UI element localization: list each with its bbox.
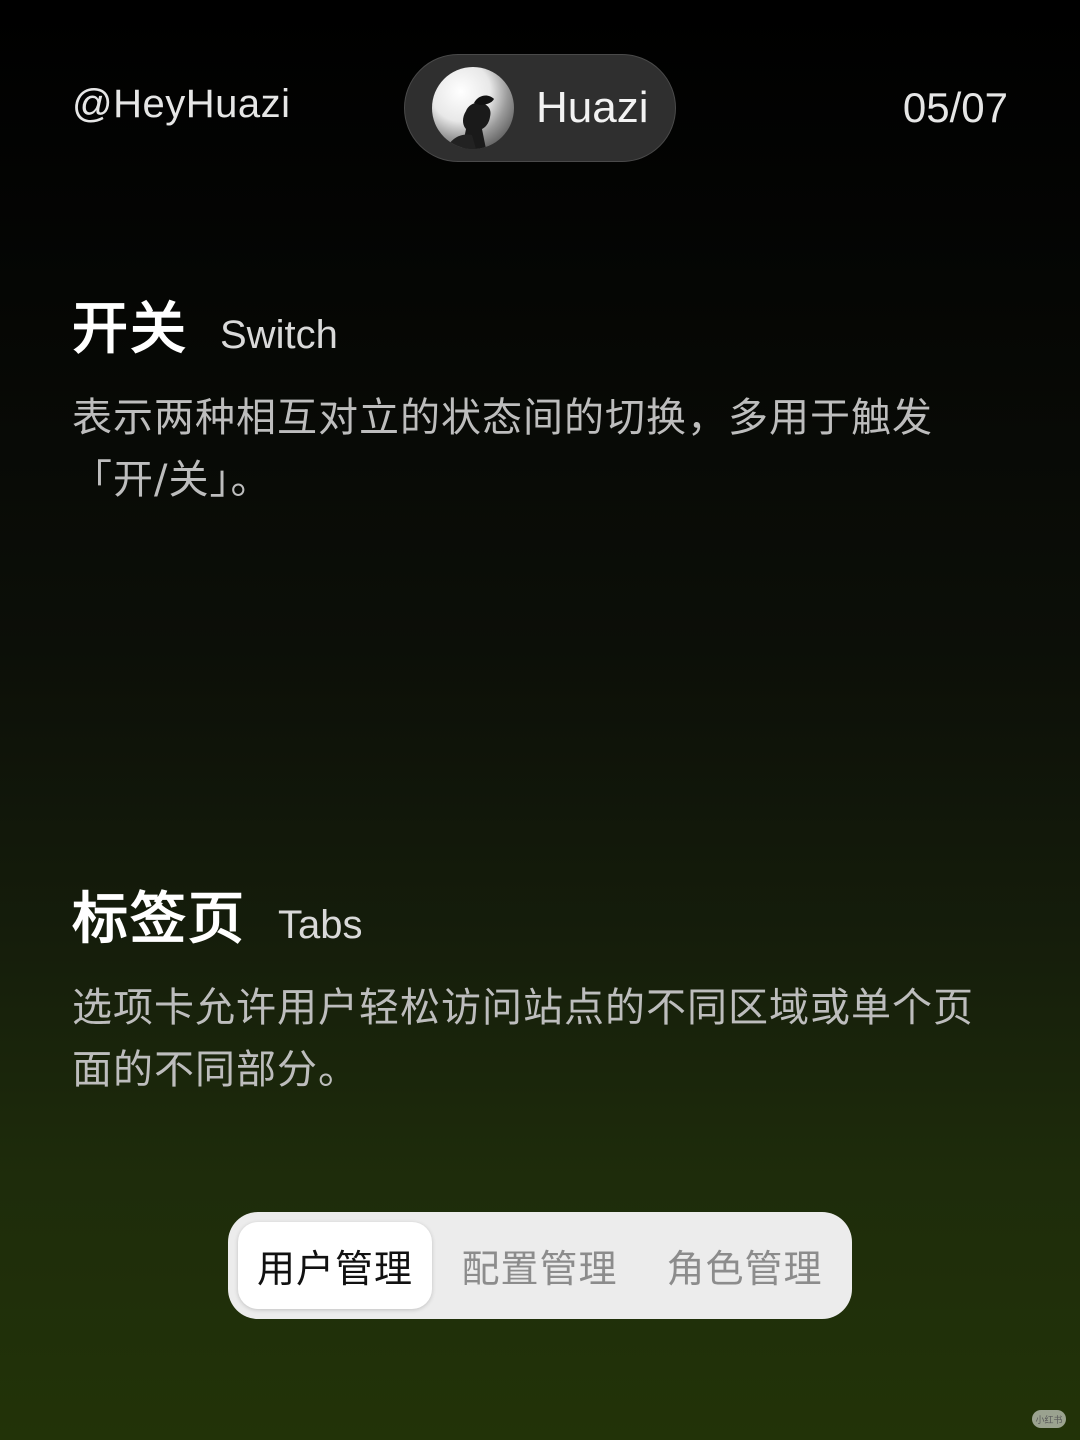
profile-name: Huazi	[536, 83, 649, 132]
avatar	[432, 67, 514, 149]
switch-description: 表示两种相互对立的状态间的切换，多用于触发「开/关」。	[72, 395, 933, 503]
tabs-title-en: Tabs	[278, 903, 363, 947]
page-indicator: 05/07	[902, 84, 1008, 131]
switch-section: 开关 Switch 表示两种相互对立的状态间的切换，多用于触发「开/关」。	[72, 284, 1012, 511]
switch-title-zh: 开关	[72, 297, 188, 362]
switch-section-heading: 开关 Switch	[72, 284, 1012, 365]
tab-config-management[interactable]: 配置管理	[432, 1222, 647, 1309]
tab-user-management[interactable]: 用户管理	[238, 1222, 432, 1309]
tabs-section: 标签页 Tabs 选项卡允许用户轻松访问站点的不同区域或单个页面的不同部分。	[72, 874, 1012, 1101]
segmented-tabs: 用户管理 配置管理 角色管理	[228, 1212, 852, 1319]
tab-role-management[interactable]: 角色管理	[647, 1222, 842, 1309]
author-handle: @HeyHuazi	[72, 82, 291, 126]
tabs-title-zh: 标签页	[72, 887, 246, 952]
tabs-section-heading: 标签页 Tabs	[72, 874, 1012, 955]
watermark-logo: 小红书	[1032, 1410, 1066, 1428]
switch-title-en: Switch	[220, 313, 338, 357]
person-silhouette-icon	[446, 95, 494, 149]
tabs-description: 选项卡允许用户轻松访问站点的不同区域或单个页面的不同部分。	[72, 985, 974, 1093]
profile-pill[interactable]: Huazi	[404, 54, 676, 162]
